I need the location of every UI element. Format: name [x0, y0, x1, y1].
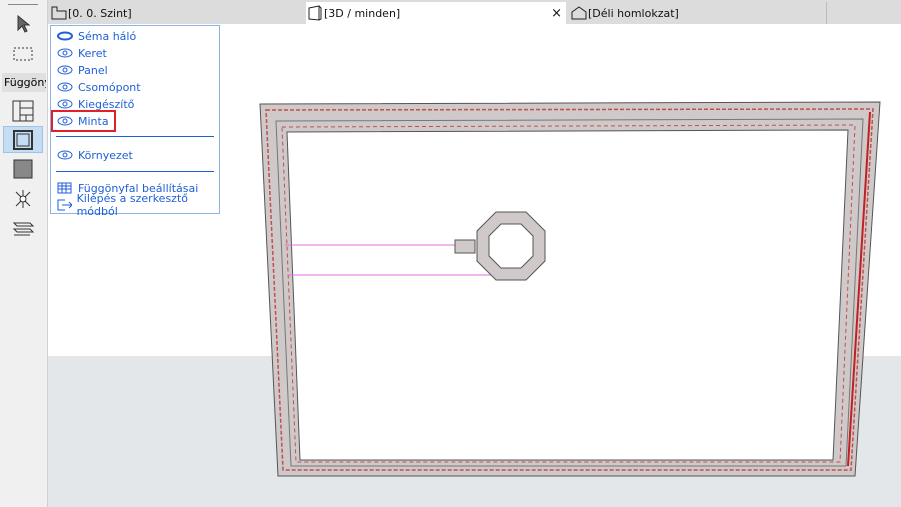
eye-icon: [57, 65, 73, 75]
eye-icon: [57, 150, 73, 160]
menu-item-label: Keret: [78, 46, 107, 60]
highlight-box: [51, 110, 116, 132]
accessory-icon: [12, 222, 34, 236]
left-toolbar: Függöny: [0, 0, 48, 507]
tab-elevation[interactable]: [Déli homlokzat]: [570, 2, 827, 24]
accessory-tool[interactable]: [3, 216, 43, 242]
marquee-tool[interactable]: [3, 41, 43, 67]
menu-item-label: Panel: [78, 63, 108, 77]
menu-item-label: Környezet: [78, 148, 133, 162]
junction-tool[interactable]: [3, 186, 43, 212]
exit-icon: [57, 199, 72, 211]
menu-item-panel[interactable]: Panel: [57, 62, 108, 78]
octagon-stub: [454, 239, 476, 254]
junction-icon: [15, 190, 31, 208]
tab-3d[interactable]: [3D / minden] ×: [306, 2, 566, 24]
tab-bar: [0. 0. Szint] [3D / minden] × [Déli homl…: [48, 0, 901, 24]
menu-item-environment[interactable]: Környezet: [57, 147, 133, 163]
tab-label: [3D / minden]: [324, 6, 401, 20]
menu-item-frame[interactable]: Keret: [57, 45, 107, 61]
eye-icon: [57, 48, 73, 58]
curtain-wall-grid-tool[interactable]: [3, 98, 43, 124]
panel-tool[interactable]: [3, 156, 43, 182]
marquee-icon: [13, 47, 33, 61]
toolbox-label: Függöny: [2, 73, 46, 92]
menu-item-label: Kilépés a szerkesztő módból: [76, 192, 188, 218]
panel-icon: [13, 159, 33, 179]
close-tab-button[interactable]: ×: [551, 6, 562, 21]
menu-item-exit-edit-mode[interactable]: Kilépés a szerkesztő módból: [57, 192, 219, 218]
tab-label: [0. 0. Szint]: [68, 6, 132, 20]
menu-separator: [56, 136, 214, 137]
3d-view-icon: [308, 5, 322, 21]
floor-plan-icon: [51, 6, 67, 20]
menu-separator: [56, 171, 214, 172]
octagon-opening: [488, 223, 534, 269]
tab-floor-plan[interactable]: [0. 0. Szint]: [50, 2, 305, 24]
frame-tool[interactable]: [3, 126, 43, 153]
menu-item-label: Séma háló: [78, 29, 137, 43]
eye-closed-icon: [57, 31, 73, 41]
menu-item-label: Csomópont: [78, 80, 141, 94]
menu-item-scheme-grid[interactable]: Séma háló: [57, 28, 136, 44]
arrow-icon: [17, 15, 30, 33]
frame-icon: [13, 129, 33, 150]
divider: [8, 4, 38, 5]
grid-icon: [12, 100, 34, 122]
elevation-icon: [571, 6, 587, 20]
frame-inner-opening: [286, 129, 849, 461]
eye-icon: [57, 99, 73, 109]
arrow-tool[interactable]: [3, 11, 43, 37]
menu-item-junction[interactable]: Csomópont: [57, 79, 141, 95]
table-icon: [57, 182, 72, 194]
menu-item-label: Kiegészítő: [78, 97, 135, 111]
eye-icon: [57, 82, 73, 92]
tab-label: [Déli homlokzat]: [588, 6, 679, 20]
